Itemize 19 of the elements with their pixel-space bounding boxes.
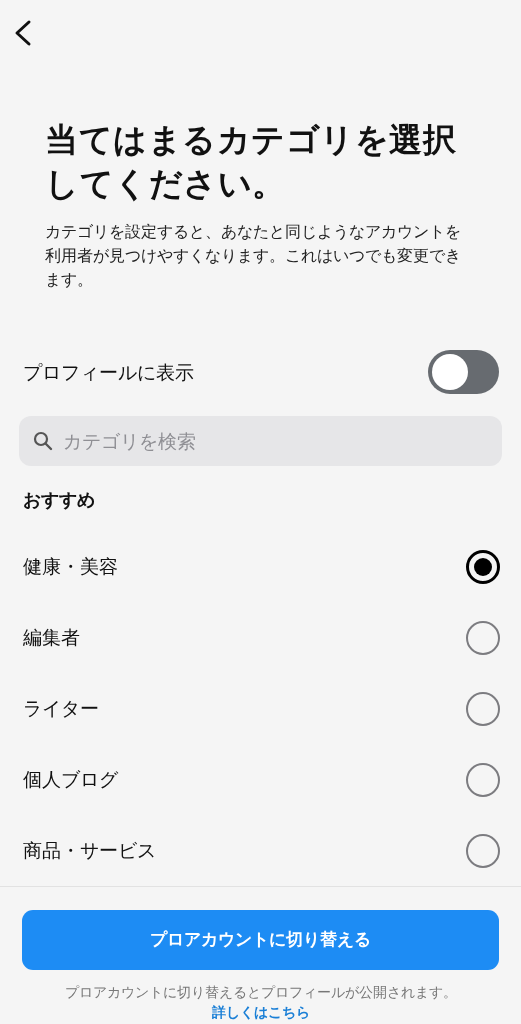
toggle-switch[interactable] — [428, 350, 499, 394]
section-heading: おすすめ — [23, 488, 96, 512]
radio-button[interactable] — [466, 549, 500, 584]
option-label: 個人ブログ — [23, 767, 118, 793]
learn-more-link[interactable]: 詳しくはこちら — [211, 1004, 310, 1020]
radio-button[interactable] — [466, 620, 500, 655]
switch-account-button[interactable]: プロアカウントに切り替える — [22, 910, 499, 970]
option-label: 商品・サービス — [23, 838, 156, 864]
toggle-label: プロフィールに表示 — [23, 359, 194, 385]
radio-button[interactable] — [466, 833, 500, 868]
option-label: ライター — [23, 696, 99, 722]
radio-button[interactable] — [466, 762, 500, 797]
radio-button[interactable] — [466, 691, 500, 726]
description-text: カテゴリを設定すると、あなたと同じようなアカウントを利用者が見つけやすくなります。これはいつでも変更できます。 — [45, 222, 462, 291]
option-label: 健康・美容 — [23, 554, 118, 580]
option-label: 編集者 — [23, 625, 80, 651]
search-field[interactable]: カテゴリを検索 — [19, 416, 502, 466]
page-title: 当てはまるカテゴリを選択してください。 — [45, 119, 457, 205]
footer-text: プロアカウントに切り替えるとプロフィールが公開されます。 — [64, 984, 457, 1000]
